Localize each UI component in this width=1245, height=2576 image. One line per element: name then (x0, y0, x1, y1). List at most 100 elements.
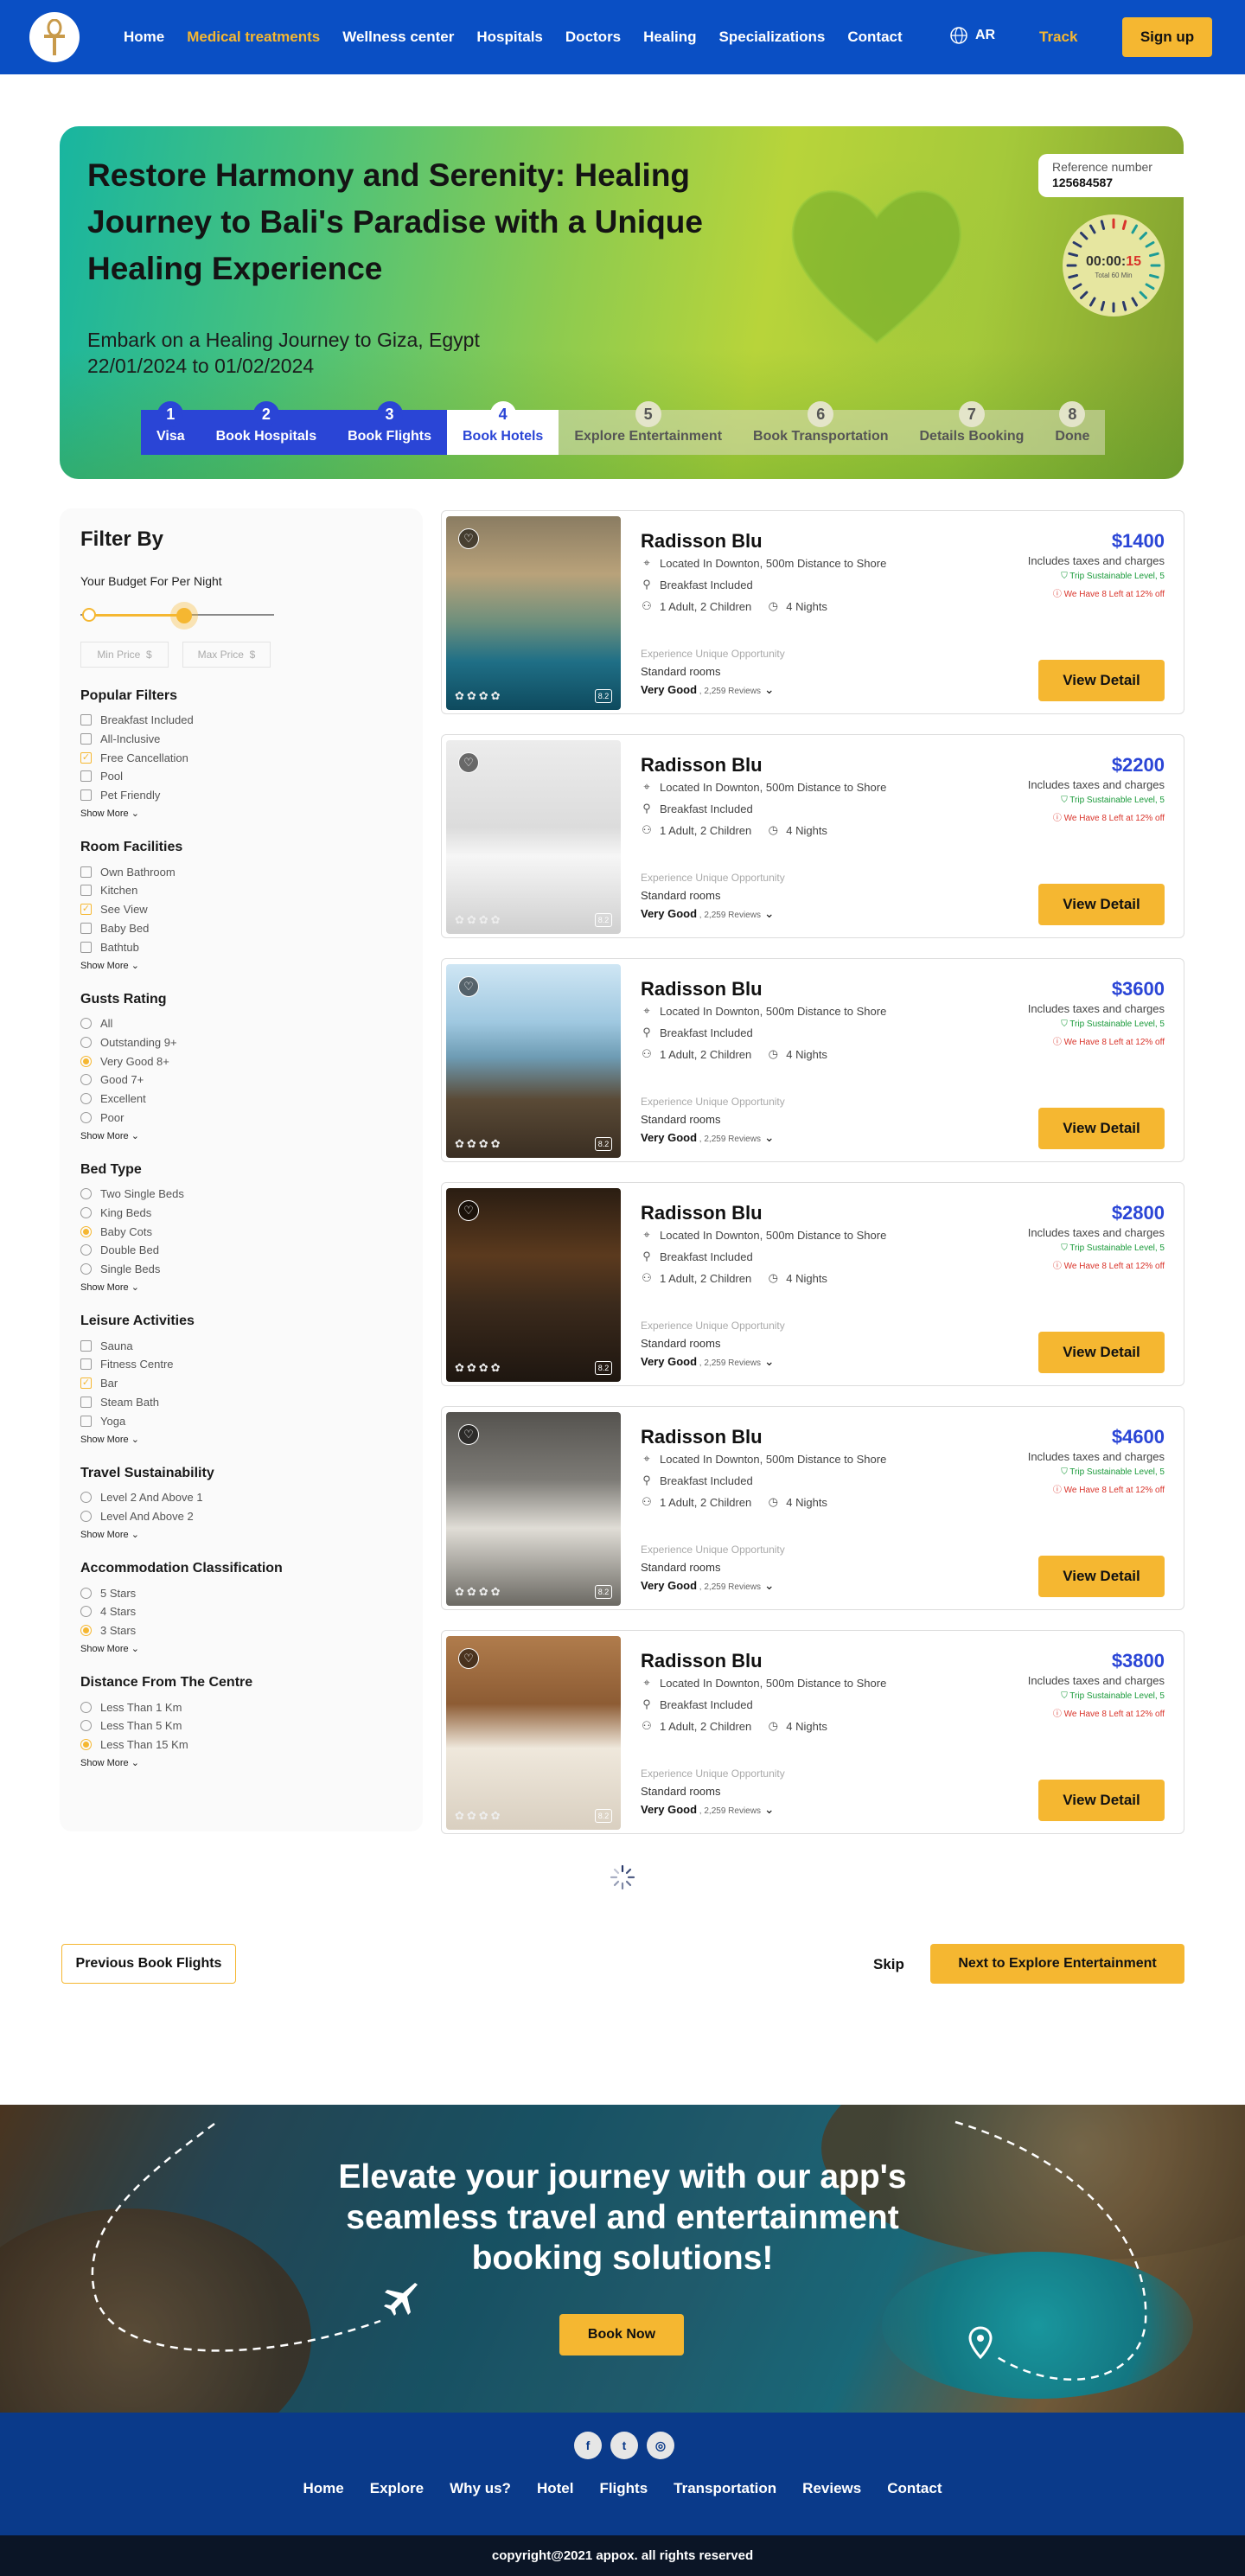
filter-radio[interactable]: Less Than 15 Km (80, 1735, 402, 1755)
hotel-photo[interactable]: ♡ ✿✿✿✿ 8.2 (446, 740, 621, 934)
heart-icon[interactable]: ♡ (458, 1648, 479, 1669)
show-more-link[interactable]: Show More ⌄ (80, 1643, 402, 1654)
filter-radio[interactable]: Outstanding 9+ (80, 1033, 402, 1052)
checkbox-icon[interactable] (80, 922, 92, 934)
twitter-icon[interactable]: t (610, 2432, 638, 2459)
filter-checkbox[interactable]: Fitness Centre (80, 1355, 402, 1374)
footer-link-transportation[interactable]: Transportation (674, 2480, 776, 2497)
track-link[interactable]: Track (1039, 29, 1077, 46)
step-details-booking[interactable]: 7 Details Booking (903, 401, 1040, 455)
max-price-input[interactable]: Max Price $ (182, 642, 271, 668)
filter-checkbox[interactable]: Bathtub (80, 937, 402, 956)
filter-radio[interactable]: 4 Stars (80, 1602, 402, 1621)
radio-icon[interactable] (80, 1701, 92, 1713)
checkbox-icon[interactable] (80, 1339, 92, 1352)
footer-link-hotel[interactable]: Hotel (537, 2480, 574, 2497)
checkbox-icon[interactable] (80, 714, 92, 726)
filter-checkbox[interactable]: Sauna (80, 1336, 402, 1355)
hotel-name[interactable]: Radisson Blu (641, 1202, 763, 1224)
nav-link-healing[interactable]: Healing (643, 29, 696, 46)
nav-link-wellness-center[interactable]: Wellness center (342, 29, 454, 46)
view-detail-button[interactable]: View Detail (1038, 660, 1165, 701)
footer-link-why-us-[interactable]: Why us? (450, 2480, 511, 2497)
filter-checkbox[interactable]: Kitchen (80, 881, 402, 900)
checkbox-icon[interactable] (80, 866, 92, 878)
instagram-icon[interactable]: ◎ (647, 2432, 674, 2459)
checkbox-icon[interactable] (80, 885, 92, 897)
filter-radio[interactable]: Less Than 1 Km (80, 1697, 402, 1716)
filter-checkbox[interactable]: Baby Bed (80, 919, 402, 938)
nav-link-medical-treatments[interactable]: Medical treatments (187, 29, 320, 46)
step-done[interactable]: 8 Done (1039, 401, 1106, 455)
heart-icon[interactable]: ♡ (458, 752, 479, 773)
filter-radio[interactable]: Poor (80, 1108, 402, 1127)
filter-checkbox[interactable]: Steam Bath (80, 1393, 402, 1412)
rating-summary[interactable]: Very Good , 2,259 Reviews ⌄ (641, 1130, 775, 1145)
filter-radio[interactable]: Less Than 5 Km (80, 1716, 402, 1735)
rating-summary[interactable]: Very Good , 2,259 Reviews ⌄ (641, 682, 775, 697)
radio-icon[interactable] (80, 1263, 92, 1275)
min-price-input[interactable]: Min Price $ (80, 642, 169, 668)
show-more-link[interactable]: Show More ⌄ (80, 1757, 402, 1768)
hotel-photo[interactable]: ♡ ✿✿✿✿ 8.2 (446, 1636, 621, 1830)
filter-checkbox[interactable]: ✓ Free Cancellation (80, 748, 402, 767)
view-detail-button[interactable]: View Detail (1038, 1556, 1165, 1597)
radio-icon[interactable] (80, 1244, 92, 1256)
checkbox-icon[interactable] (80, 1415, 92, 1427)
checkbox-icon[interactable] (80, 1358, 92, 1371)
filter-checkbox[interactable]: Yoga (80, 1411, 402, 1430)
filter-radio[interactable]: King Beds (80, 1204, 402, 1223)
footer-link-home[interactable]: Home (303, 2480, 344, 2497)
filter-radio[interactable]: 3 Stars (80, 1621, 402, 1640)
checkbox-icon[interactable]: ✓ (80, 1377, 92, 1390)
step-explore-entertainment[interactable]: 5 Explore Entertainment (559, 401, 738, 455)
footer-link-explore[interactable]: Explore (370, 2480, 424, 2497)
view-detail-button[interactable]: View Detail (1038, 884, 1165, 925)
show-more-link[interactable]: Show More ⌄ (80, 960, 402, 971)
filter-checkbox[interactable]: ✓ See View (80, 900, 402, 919)
budget-slider[interactable] (80, 598, 402, 633)
step-book-flights[interactable]: 3 Book Flights (332, 401, 447, 455)
rating-summary[interactable]: Very Good , 2,259 Reviews ⌄ (641, 1802, 775, 1817)
heart-icon[interactable]: ♡ (458, 976, 479, 997)
filter-radio[interactable]: 5 Stars (80, 1583, 402, 1602)
checkbox-icon[interactable] (80, 770, 92, 783)
radio-icon[interactable] (80, 1624, 92, 1636)
checkbox-icon[interactable]: ✓ (80, 904, 92, 916)
filter-radio[interactable]: Very Good 8+ (80, 1051, 402, 1071)
filter-checkbox[interactable]: Pet Friendly (80, 786, 402, 805)
radio-icon[interactable] (80, 1055, 92, 1067)
radio-icon[interactable] (80, 1606, 92, 1618)
radio-icon[interactable] (80, 1739, 92, 1751)
filter-radio[interactable]: Good 7+ (80, 1071, 402, 1090)
slider-max-handle[interactable] (170, 602, 198, 630)
filter-radio[interactable]: Level And Above 2 (80, 1507, 402, 1526)
show-more-link[interactable]: Show More ⌄ (80, 1282, 402, 1293)
rating-summary[interactable]: Very Good , 2,259 Reviews ⌄ (641, 1578, 775, 1593)
view-detail-button[interactable]: View Detail (1038, 1780, 1165, 1821)
facebook-icon[interactable]: f (574, 2432, 602, 2459)
book-now-button[interactable]: Book Now (559, 2314, 684, 2355)
slider-min-handle[interactable] (82, 608, 96, 622)
radio-icon[interactable] (80, 1587, 92, 1599)
step-book-hotels[interactable]: 4 Book Hotels (446, 401, 559, 455)
filter-checkbox[interactable]: Pool (80, 767, 402, 786)
nav-link-specializations[interactable]: Specializations (719, 29, 826, 46)
filter-checkbox[interactable]: All-Inclusive (80, 730, 402, 749)
logo[interactable] (29, 12, 80, 62)
nav-link-hospitals[interactable]: Hospitals (476, 29, 543, 46)
radio-icon[interactable] (80, 1111, 92, 1123)
hotel-name[interactable]: Radisson Blu (641, 1650, 763, 1672)
radio-icon[interactable] (80, 1492, 92, 1504)
radio-icon[interactable] (80, 1092, 92, 1104)
radio-icon[interactable] (80, 1510, 92, 1522)
filter-radio[interactable]: Baby Cots (80, 1222, 402, 1241)
filter-checkbox[interactable]: Own Bathroom (80, 862, 402, 881)
step-visa[interactable]: 1 Visa (141, 401, 201, 455)
step-book-transportation[interactable]: 6 Book Transportation (737, 401, 904, 455)
nav-link-doctors[interactable]: Doctors (565, 29, 621, 46)
filter-radio[interactable]: Two Single Beds (80, 1185, 402, 1204)
view-detail-button[interactable]: View Detail (1038, 1108, 1165, 1149)
show-more-link[interactable]: Show More ⌄ (80, 808, 402, 819)
nav-link-home[interactable]: Home (124, 29, 164, 46)
